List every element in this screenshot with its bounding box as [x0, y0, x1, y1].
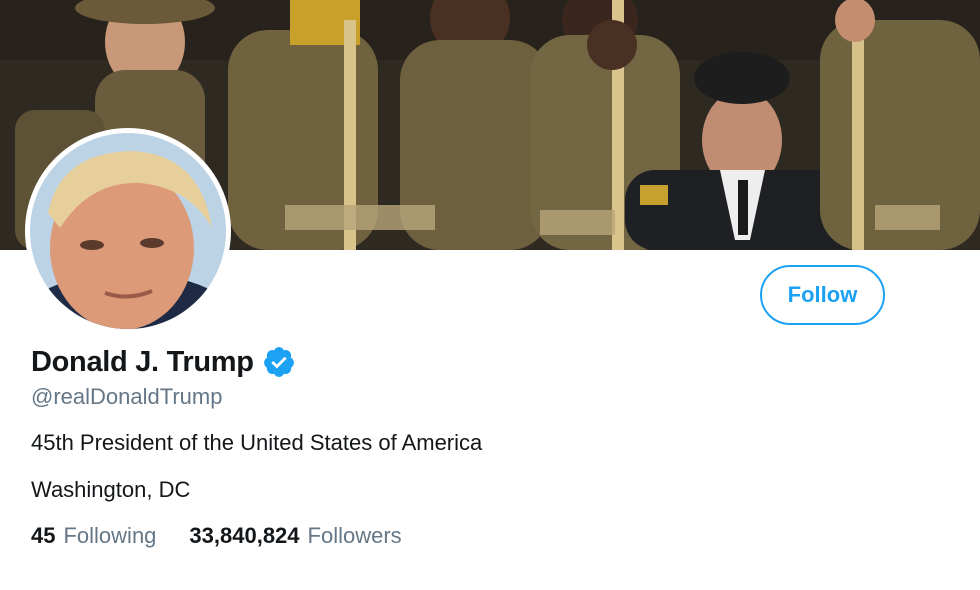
profile-stats: 45 Following 33,840,824 Followers	[31, 523, 435, 549]
verified-badge-icon	[262, 345, 296, 379]
profile-avatar[interactable]	[25, 128, 231, 334]
following-count: 45	[31, 523, 56, 548]
followers-label: Followers	[307, 523, 402, 548]
profile-name-row: Donald J. Trump	[31, 345, 296, 379]
profile-bio: 45th President of the United States of A…	[31, 430, 483, 455]
profile-handle: @realDonaldTrump	[31, 384, 223, 409]
avatar-photo	[30, 133, 226, 329]
following-label: Following	[63, 523, 157, 548]
following-stat-link[interactable]: 45 Following	[31, 523, 156, 549]
followers-stat-link[interactable]: 33,840,824 Followers	[189, 523, 401, 549]
followers-count: 33,840,824	[189, 523, 300, 548]
follow-button[interactable]: Follow	[760, 265, 885, 325]
profile-location: Washington, DC	[31, 477, 191, 502]
profile-display-name: Donald J. Trump	[31, 345, 254, 378]
